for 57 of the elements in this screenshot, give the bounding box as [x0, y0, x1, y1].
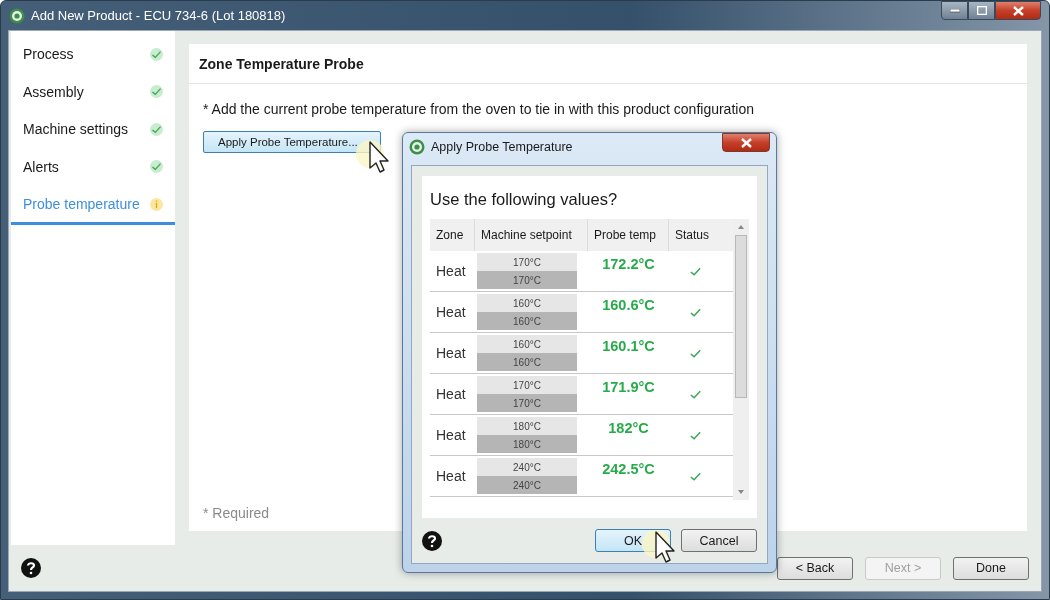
zone-cell-text: Heat	[435, 344, 467, 363]
dialog-title: Apply Probe Temperature	[431, 140, 573, 154]
wizard-button[interactable]: Done	[953, 556, 1029, 580]
required-note: * Required	[203, 505, 271, 521]
setpoint-value: 170°C	[477, 376, 577, 394]
dialog-heading: Use the following values?	[430, 190, 619, 209]
apply-probe-button[interactable]: Apply Probe Temperature...	[203, 131, 381, 153]
probe-temp-cell-text: 160.1°C	[601, 337, 656, 356]
probe-temp-cell-text: 182°C	[607, 419, 650, 438]
setpoint-value: 170°C	[477, 253, 577, 271]
maximize-button[interactable]	[968, 1, 995, 20]
column-header: Machine setpoint	[475, 219, 588, 251]
minimize-icon	[949, 8, 960, 13]
setpoint-value: 240°C	[477, 476, 577, 494]
setpoint-value: 170°C	[477, 394, 577, 412]
zone-cell-text: Heat	[435, 426, 467, 445]
panel-title: Zone Temperature Probe	[199, 55, 364, 72]
maximize-icon	[976, 6, 987, 15]
column-header: Zone	[430, 219, 475, 251]
close-icon	[1012, 5, 1024, 16]
close-icon	[740, 137, 752, 148]
close-button[interactable]	[722, 133, 770, 152]
scroll-up-icon	[737, 223, 745, 231]
window-title: Add New Product - ECU 734-6 (Lot 180818)	[31, 8, 286, 23]
setpoint-value: 160°C	[477, 335, 577, 353]
probe-temp-cell-text: 242.5°C	[601, 460, 656, 479]
zone-cell-text: Heat	[435, 262, 467, 281]
sidebar-step[interactable]: Process	[11, 37, 175, 75]
app-logo-icon	[409, 139, 425, 155]
setpoint-value: 170°C	[477, 271, 577, 289]
sidebar-step[interactable]: Machine settings	[11, 112, 175, 150]
app-logo-icon	[9, 7, 25, 24]
column-header: Probe temp	[588, 219, 669, 251]
setpoint-value: 160°C	[477, 294, 577, 312]
setpoint-value: 240°C	[477, 458, 577, 476]
dialog-button[interactable]: Cancel	[681, 529, 757, 552]
help-icon[interactable]	[21, 558, 41, 578]
sidebar-step[interactable]: Alerts	[11, 149, 175, 187]
zone-cell-text: Heat	[435, 303, 467, 322]
sidebar-step[interactable]: Assembly	[11, 74, 175, 112]
scroll-down-icon	[737, 488, 745, 496]
setpoint-value: 180°C	[477, 435, 577, 453]
close-button[interactable]	[995, 1, 1041, 20]
scrollbar[interactable]	[733, 219, 749, 500]
instruction-text: * Add the current probe temperature from the oven to tie in with this product configuration	[203, 101, 755, 117]
setpoint-value: 160°C	[477, 353, 577, 371]
wizard-button[interactable]: < Back	[777, 556, 853, 580]
zone-cell-text: Heat	[435, 467, 467, 486]
setpoint-value: 160°C	[477, 312, 577, 330]
sidebar-step[interactable]: Probe temperature	[11, 187, 175, 225]
probe-temp-cell-text: 171.9°C	[601, 378, 656, 397]
help-icon[interactable]	[422, 530, 442, 551]
probe-temp-cell-text: 160.6°C	[601, 296, 656, 315]
zone-cell-text: Heat	[435, 385, 467, 404]
setpoint-value: 180°C	[477, 417, 577, 435]
minimize-button[interactable]	[941, 1, 968, 20]
probe-temp-cell-text: 172.2°C	[601, 255, 656, 274]
